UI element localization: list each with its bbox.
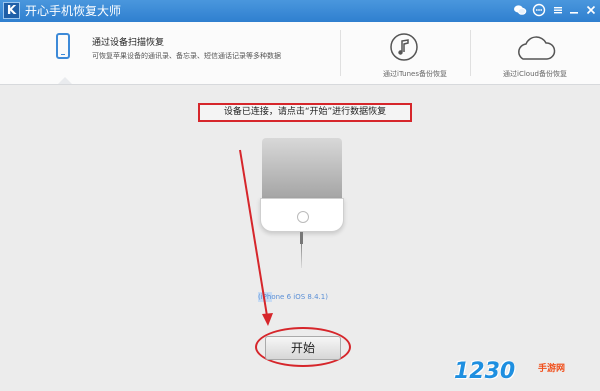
watermark-text: 手游网	[538, 364, 566, 374]
start-button[interactable]: 开始	[265, 336, 341, 360]
watermark-number: 1230	[454, 359, 516, 384]
site-watermark: 1230 手游网	[454, 359, 594, 387]
